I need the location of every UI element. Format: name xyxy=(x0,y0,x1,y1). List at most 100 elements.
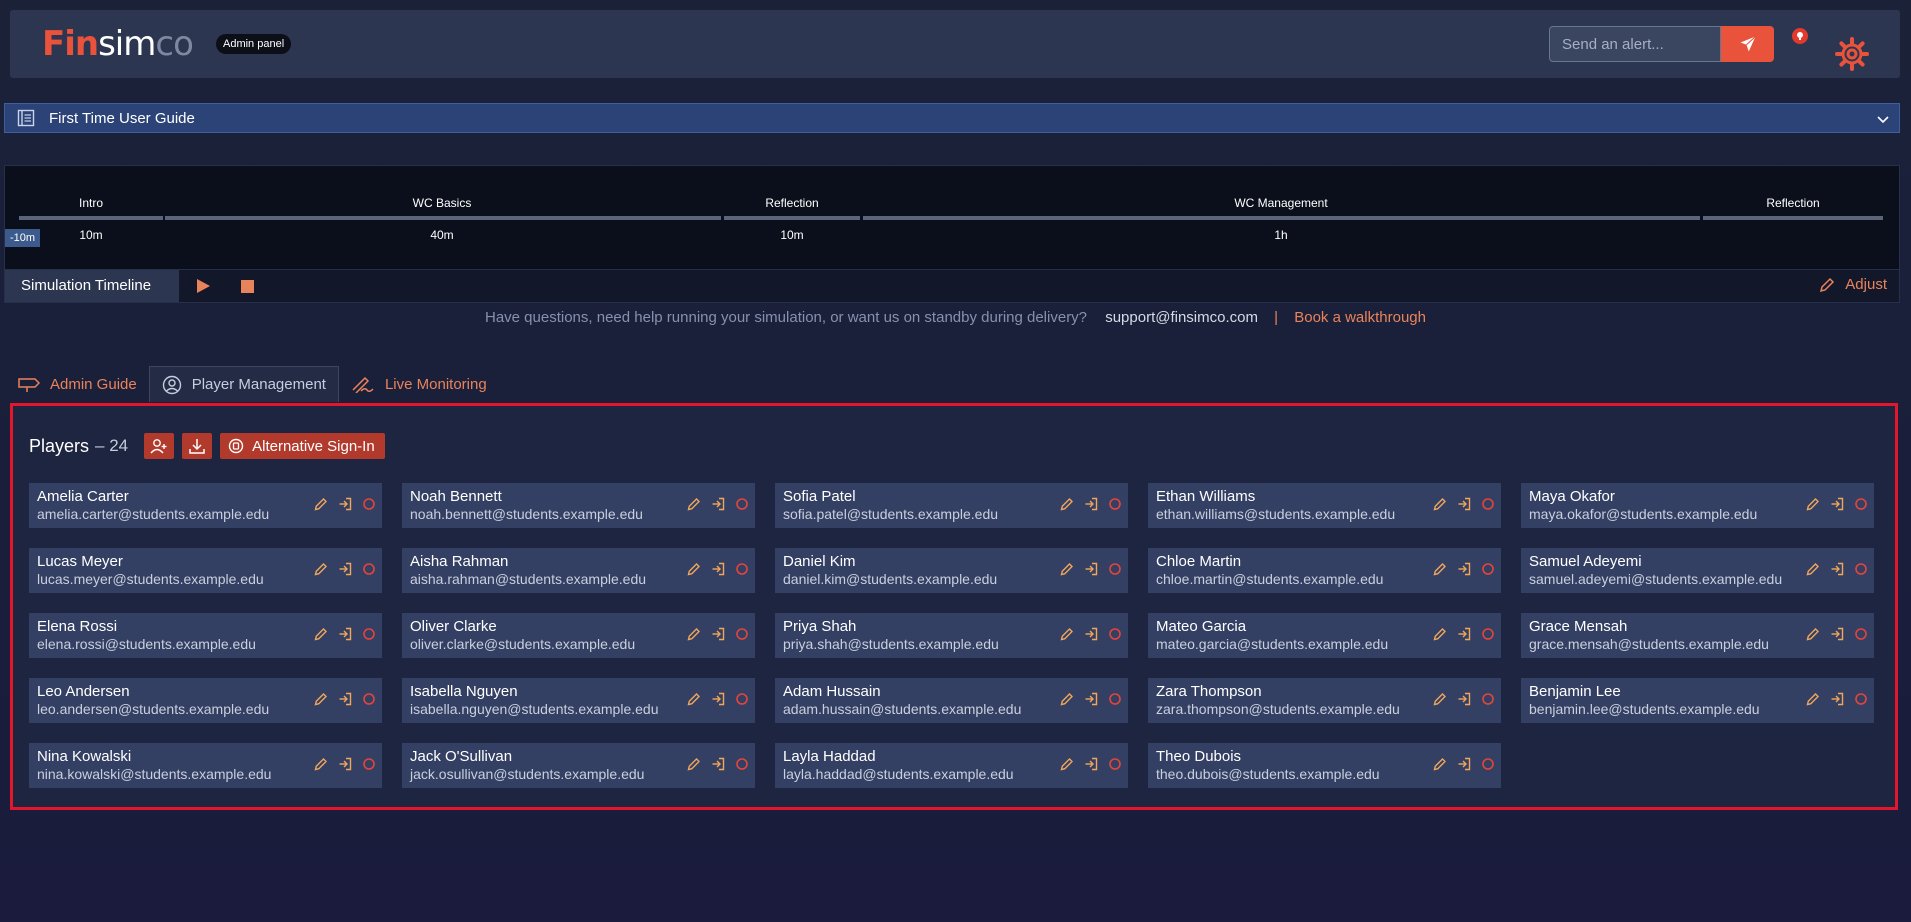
notification-badge[interactable] xyxy=(1792,28,1808,44)
edit-player-button[interactable] xyxy=(1060,562,1074,576)
player-card[interactable]: Amelia Carter amelia.carter@students.exam… xyxy=(29,483,382,528)
player-status-toggle[interactable] xyxy=(1854,562,1868,576)
login-as-player-button[interactable] xyxy=(711,562,725,576)
edit-player-button[interactable] xyxy=(1433,692,1447,706)
player-status-toggle[interactable] xyxy=(1481,562,1495,576)
stop-icon[interactable] xyxy=(241,280,254,293)
player-status-toggle[interactable] xyxy=(1481,627,1495,641)
adjust-button[interactable]: Adjust xyxy=(1819,276,1887,293)
edit-player-button[interactable] xyxy=(1060,627,1074,641)
support-email-link[interactable]: support@finsimco.com xyxy=(1105,309,1258,326)
edit-player-button[interactable] xyxy=(687,497,701,511)
player-card[interactable]: Adam Hussain adam.hussain@students.exampl… xyxy=(775,678,1128,723)
edit-player-button[interactable] xyxy=(687,562,701,576)
login-as-player-button[interactable] xyxy=(1084,497,1098,511)
edit-player-button[interactable] xyxy=(687,692,701,706)
player-status-toggle[interactable] xyxy=(1108,562,1122,576)
edit-player-button[interactable] xyxy=(314,757,328,771)
player-card[interactable]: Samuel Adeyemi samuel.adeyemi@students.ex… xyxy=(1521,548,1874,593)
player-card[interactable]: Oliver Clarke oliver.clarke@students.exam… xyxy=(402,613,755,658)
edit-player-button[interactable] xyxy=(314,562,328,576)
player-status-toggle[interactable] xyxy=(1481,692,1495,706)
player-status-toggle[interactable] xyxy=(1481,497,1495,511)
login-as-player-button[interactable] xyxy=(1830,497,1844,511)
send-alert-button[interactable] xyxy=(1721,26,1774,62)
player-status-toggle[interactable] xyxy=(362,757,376,771)
login-as-player-button[interactable] xyxy=(1457,497,1471,511)
first-time-user-guide[interactable]: First Time User Guide xyxy=(4,103,1900,133)
chevron-down-icon[interactable] xyxy=(1875,111,1891,127)
download-players-button[interactable] xyxy=(182,433,213,459)
player-card[interactable]: Benjamin Lee benjamin.lee@students.exampl… xyxy=(1521,678,1874,723)
login-as-player-button[interactable] xyxy=(711,692,725,706)
alternative-sign-in-button[interactable]: Alternative Sign-In xyxy=(220,433,385,459)
player-status-toggle[interactable] xyxy=(735,627,749,641)
player-card[interactable]: Nina Kowalski nina.kowalski@students.exam… xyxy=(29,743,382,788)
player-card[interactable]: Grace Mensah grace.mensah@students.exampl… xyxy=(1521,613,1874,658)
player-status-toggle[interactable] xyxy=(1854,627,1868,641)
login-as-player-button[interactable] xyxy=(1084,692,1098,706)
segment-bar-intro[interactable] xyxy=(19,216,163,220)
finsimco-logo[interactable]: Finsimco xyxy=(42,24,194,64)
player-card[interactable]: Maya Okafor maya.okafor@students.example.… xyxy=(1521,483,1874,528)
edit-player-button[interactable] xyxy=(1806,692,1820,706)
player-status-toggle[interactable] xyxy=(1108,627,1122,641)
player-status-toggle[interactable] xyxy=(362,562,376,576)
player-card[interactable]: Theo Dubois theo.dubois@students.example.… xyxy=(1148,743,1501,788)
player-status-toggle[interactable] xyxy=(1854,497,1868,511)
segment-bar-reflection-2[interactable] xyxy=(1703,216,1883,220)
player-status-toggle[interactable] xyxy=(735,692,749,706)
player-card[interactable]: Jack O'Sullivan jack.osullivan@students.e… xyxy=(402,743,755,788)
segment-bar-reflection[interactable] xyxy=(724,216,860,220)
login-as-player-button[interactable] xyxy=(711,757,725,771)
login-as-player-button[interactable] xyxy=(1830,692,1844,706)
login-as-player-button[interactable] xyxy=(711,627,725,641)
login-as-player-button[interactable] xyxy=(338,757,352,771)
edit-player-button[interactable] xyxy=(1060,757,1074,771)
add-player-button[interactable] xyxy=(144,433,175,459)
player-status-toggle[interactable] xyxy=(362,692,376,706)
edit-player-button[interactable] xyxy=(1806,627,1820,641)
edit-player-button[interactable] xyxy=(1433,757,1447,771)
player-card[interactable]: Sofia Patel sofia.patel@students.example.… xyxy=(775,483,1128,528)
login-as-player-button[interactable] xyxy=(711,497,725,511)
edit-player-button[interactable] xyxy=(1433,627,1447,641)
player-status-toggle[interactable] xyxy=(735,757,749,771)
player-status-toggle[interactable] xyxy=(1108,497,1122,511)
player-card[interactable]: Ethan Williams ethan.williams@students.ex… xyxy=(1148,483,1501,528)
login-as-player-button[interactable] xyxy=(338,562,352,576)
alert-input[interactable] xyxy=(1550,27,1720,61)
player-card[interactable]: Layla Haddad layla.haddad@students.exampl… xyxy=(775,743,1128,788)
login-as-player-button[interactable] xyxy=(338,627,352,641)
edit-player-button[interactable] xyxy=(1806,497,1820,511)
edit-player-button[interactable] xyxy=(687,627,701,641)
player-card[interactable]: Elena Rossi elena.rossi@students.example.… xyxy=(29,613,382,658)
edit-player-button[interactable] xyxy=(314,497,328,511)
login-as-player-button[interactable] xyxy=(1457,692,1471,706)
tab-live-monitoring[interactable]: Live Monitoring xyxy=(339,366,499,402)
tab-admin-guide[interactable]: Admin Guide xyxy=(6,366,149,402)
player-status-toggle[interactable] xyxy=(1108,692,1122,706)
alert-field[interactable] xyxy=(1549,26,1721,62)
edit-player-button[interactable] xyxy=(1060,692,1074,706)
player-card[interactable]: Noah Bennett noah.bennett@students.exampl… xyxy=(402,483,755,528)
edit-player-button[interactable] xyxy=(314,627,328,641)
player-status-toggle[interactable] xyxy=(362,497,376,511)
tab-player-management[interactable]: Player Management xyxy=(148,366,339,402)
player-card[interactable]: Chloe Martin chloe.martin@students.exampl… xyxy=(1148,548,1501,593)
player-status-toggle[interactable] xyxy=(735,562,749,576)
edit-player-button[interactable] xyxy=(1433,497,1447,511)
segment-bar-wc-management[interactable] xyxy=(863,216,1700,220)
player-card[interactable]: Priya Shah priya.shah@students.example.ed… xyxy=(775,613,1128,658)
player-card[interactable]: Lucas Meyer lucas.meyer@students.example.… xyxy=(29,548,382,593)
login-as-player-button[interactable] xyxy=(338,692,352,706)
gear-icon[interactable] xyxy=(1834,36,1870,72)
player-card[interactable]: Daniel Kim daniel.kim@students.example.ed… xyxy=(775,548,1128,593)
login-as-player-button[interactable] xyxy=(1457,562,1471,576)
login-as-player-button[interactable] xyxy=(1830,562,1844,576)
play-icon[interactable] xyxy=(195,278,211,294)
login-as-player-button[interactable] xyxy=(1084,627,1098,641)
segment-bar-wc-basics[interactable] xyxy=(165,216,721,220)
player-card[interactable]: Leo Andersen leo.andersen@students.exampl… xyxy=(29,678,382,723)
player-card[interactable]: Mateo Garcia mateo.garcia@students.exampl… xyxy=(1148,613,1501,658)
